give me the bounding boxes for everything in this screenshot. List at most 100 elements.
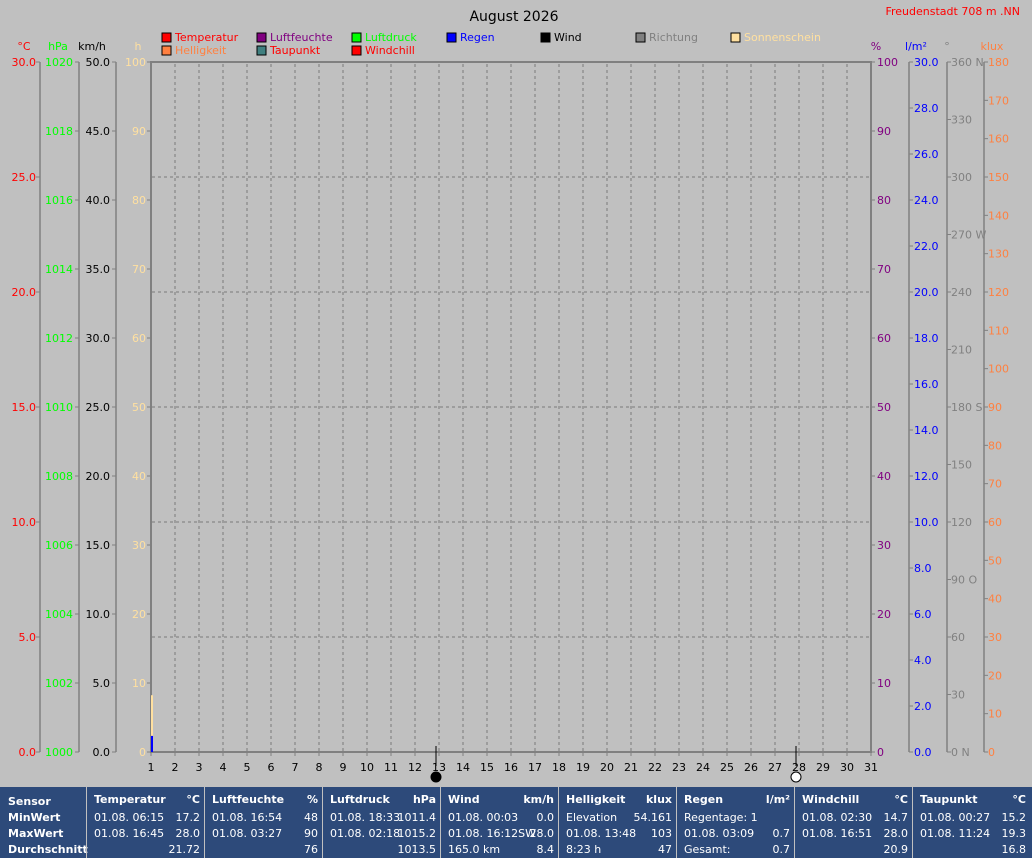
legend-label-9: Windchill — [365, 44, 415, 57]
axis-label-rain-11: 22.0 — [914, 240, 939, 253]
axis-label-direction-5: 150 — [951, 459, 972, 472]
axis-label-sunshine-3: 30 — [132, 539, 146, 552]
stats-cell-label: 01.08. 16:54 — [212, 811, 283, 824]
stats-cell-label: 01.08. 06:15 — [94, 811, 165, 824]
x-label-19: 20 — [600, 761, 614, 774]
axis-label-rain-2: 4.0 — [914, 654, 932, 667]
axis-label-brightness-18: 180 — [988, 56, 1009, 69]
axis-label-sunshine-5: 50 — [132, 401, 146, 414]
axis-label-wind-3: 15.0 — [86, 539, 111, 552]
axis-label-brightness-7: 70 — [988, 478, 1002, 491]
axis-label-brightness-0: 0 — [988, 746, 995, 759]
legend-swatch-6 — [730, 32, 741, 43]
stats-cell-value: 0.7 — [772, 843, 791, 856]
axis-label-wind-4: 20.0 — [86, 470, 111, 483]
stats-header-name: Taupunkt — [920, 793, 978, 806]
stats-cell-value: 19.3 — [1001, 827, 1027, 840]
stats-separator — [558, 787, 559, 858]
stats-cell-value: 1011.4 — [397, 811, 437, 824]
stats-cell-value: 14.7 — [883, 811, 909, 824]
axis-label-pressure-1: 1002 — [45, 677, 73, 690]
axis-label-brightness-8: 80 — [988, 439, 1002, 452]
legend-swatch-0 — [161, 32, 172, 43]
axis-label-humidity-1: 10 — [877, 677, 891, 690]
stats-block-4: Helligkeit klux Elevation 54.161 01.08. 13:4… — [560, 787, 676, 858]
axis-label-pressure-8: 1016 — [45, 194, 73, 207]
axis-label-rain-13: 26.0 — [914, 148, 939, 161]
x-label-1: 2 — [172, 761, 179, 774]
stats-row-label-0: Sensor — [8, 795, 51, 808]
legend-label-0: Temperatur — [174, 31, 239, 44]
legend-label-5: Richtung — [649, 31, 698, 44]
x-label-3: 4 — [220, 761, 227, 774]
stats-separator — [440, 787, 441, 858]
stats-header-name: Wind — [448, 793, 480, 806]
stats-cell-value: 103 — [651, 827, 672, 840]
axis-label-direction-7: 210 — [951, 344, 972, 357]
axis-label-rain-10: 20.0 — [914, 286, 939, 299]
stats-cell-label: 01.08. 00:03 — [448, 811, 519, 824]
x-label-2: 3 — [196, 761, 203, 774]
axis-label-brightness-2: 20 — [988, 669, 1002, 682]
stats-separator — [676, 787, 677, 858]
stats-cell-value: 20.9 — [883, 843, 909, 856]
legend-swatch-7 — [161, 45, 172, 56]
stats-header-unit: klux — [645, 793, 672, 806]
legend-swatch-5 — [635, 32, 646, 43]
axis-label-direction-8: 240 — [951, 286, 972, 299]
axis-unit-brightness: klux — [981, 40, 1004, 53]
axis-unit-sunshine: h — [135, 40, 142, 53]
stats-cell-label: Regentage: 1 — [684, 811, 758, 824]
stats-cell-label: Elevation — [566, 811, 618, 824]
axis-label-wind-5: 25.0 — [86, 401, 111, 414]
axis-label-temperature-0: 0.0 — [19, 746, 37, 759]
axis-unit-rain: l/m² — [905, 40, 927, 53]
stats-block-3: Wind km/h 01.08. 00:03 0.0 01.08. 16:12SW 28.… — [442, 787, 558, 858]
stats-cell-value: 8.4 — [536, 843, 555, 856]
stats-header-name: Helligkeit — [566, 793, 626, 806]
x-label-9: 10 — [360, 761, 374, 774]
axis-label-brightness-16: 160 — [988, 133, 1009, 146]
moon-full-icon — [790, 771, 802, 783]
stats-cell-value: 21.72 — [168, 843, 201, 856]
axis-label-wind-1: 5.0 — [93, 677, 111, 690]
axis-label-wind-0: 0.0 — [93, 746, 111, 759]
stats-cell-label: Gesamt: — [684, 843, 731, 856]
stats-separator — [204, 787, 205, 858]
axis-label-humidity-10: 100 — [877, 56, 898, 69]
x-label-24: 25 — [720, 761, 734, 774]
x-label-17: 18 — [552, 761, 566, 774]
legend-swatch-3 — [446, 32, 457, 43]
axis-label-temperature-6: 30.0 — [12, 56, 37, 69]
x-label-25: 26 — [744, 761, 758, 774]
x-label-11: 12 — [408, 761, 422, 774]
stats-cell-value: 1013.5 — [397, 843, 437, 856]
stats-cell-value: 28.0 — [175, 827, 201, 840]
stats-row-label-3: Durchschnitt — [8, 843, 88, 856]
stats-cell-label: 01.08. 02:18 — [330, 827, 401, 840]
stats-cell-value: 47 — [658, 843, 672, 856]
stats-row-label-1: MinWert — [8, 811, 61, 824]
stats-cell-label: 01.08. 16:12SW — [448, 827, 537, 840]
x-label-20: 21 — [624, 761, 638, 774]
stats-cell-label: 01.08. 02:30 — [802, 811, 873, 824]
axis-label-rain-7: 14.0 — [914, 424, 939, 437]
stats-cell-label: 01.08. 18:33 — [330, 811, 401, 824]
legend-swatch-4 — [540, 32, 551, 43]
stats-cell-label: 165.0 km — [448, 843, 501, 856]
x-label-6: 7 — [292, 761, 299, 774]
stats-block-5: Regen l/m² Regentage: 1 01.08. 03:09 0.7 Gesa… — [678, 787, 794, 858]
stats-header-name: Windchill — [802, 793, 860, 806]
axis-label-humidity-8: 80 — [877, 194, 891, 207]
axis-label-brightness-17: 170 — [988, 94, 1009, 107]
moon-new-icon — [430, 771, 442, 783]
axis-label-rain-9: 18.0 — [914, 332, 939, 345]
axis-label-humidity-0: 0 — [877, 746, 884, 759]
x-label-7: 8 — [316, 761, 323, 774]
x-label-26: 27 — [768, 761, 782, 774]
location-label: Freudenstadt 708 m .NN — [885, 5, 1020, 18]
data-bars — [151, 695, 153, 752]
stats-cell-label: 01.08. 16:45 — [94, 827, 165, 840]
axis-label-sunshine-10: 100 — [125, 56, 146, 69]
stats-cell-label: 01.08. 13:48 — [566, 827, 637, 840]
